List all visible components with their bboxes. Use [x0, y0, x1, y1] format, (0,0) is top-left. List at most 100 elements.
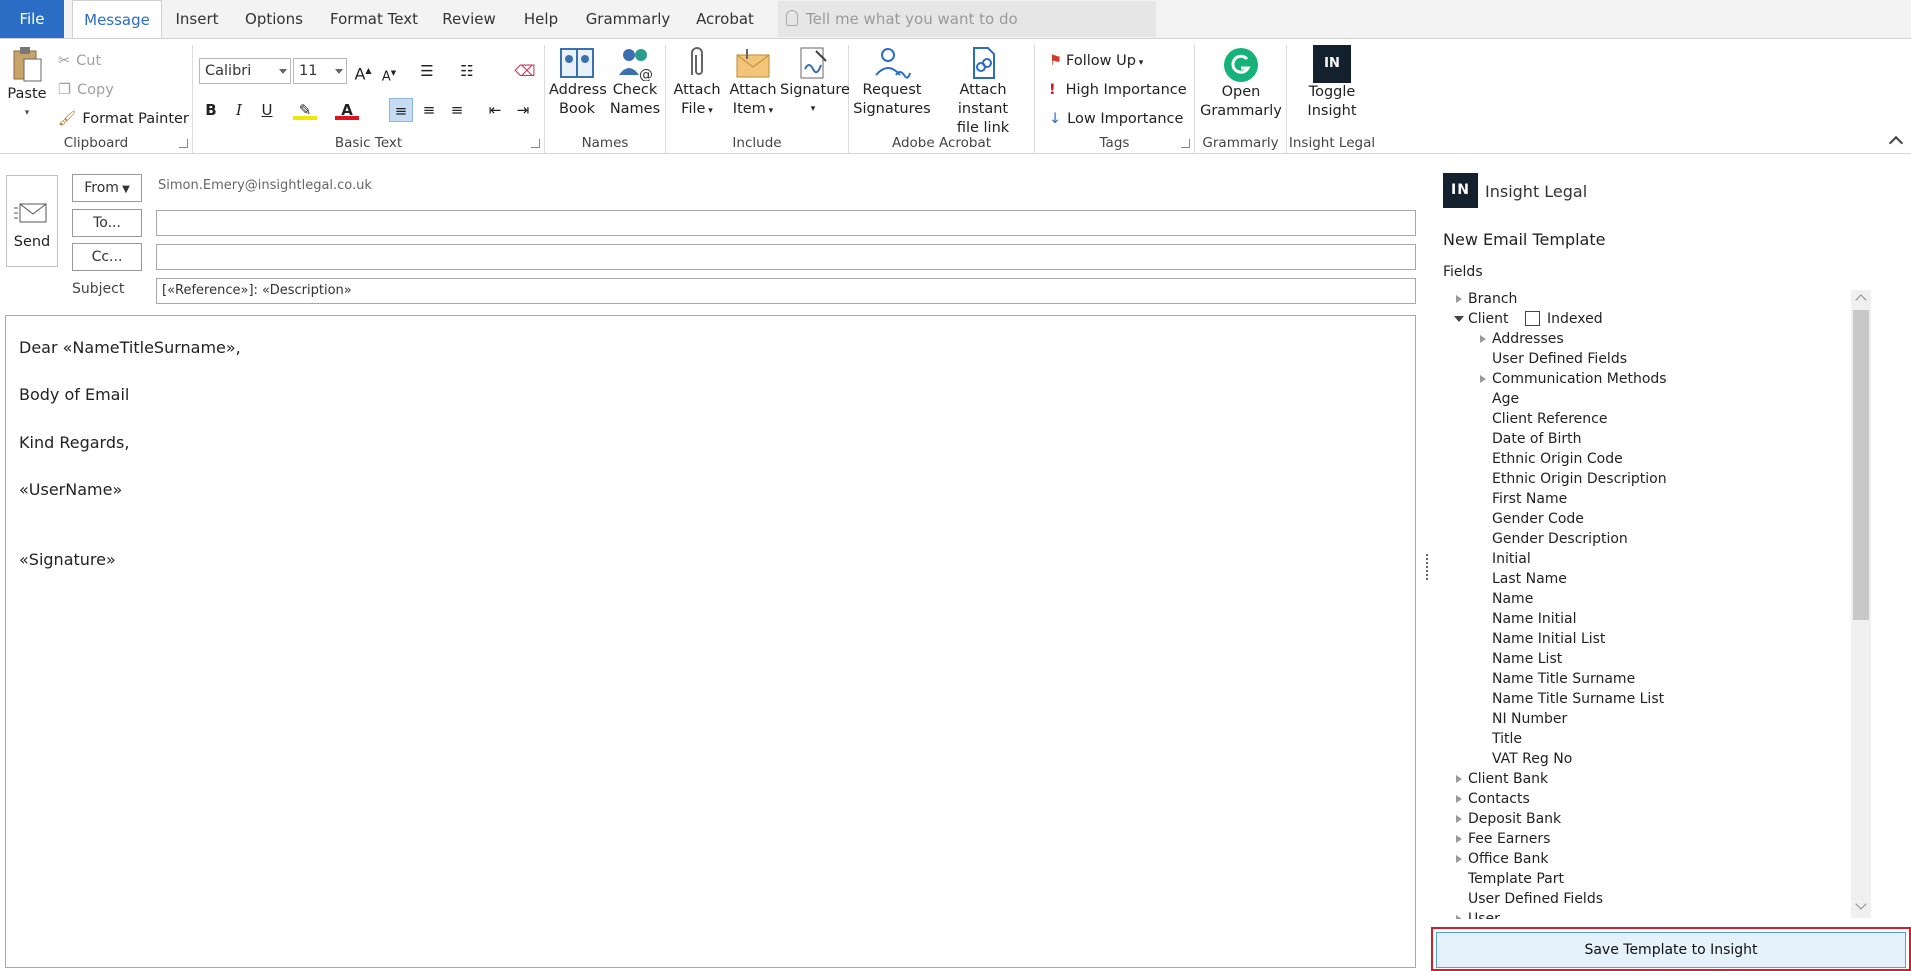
- numbering-icon[interactable]: ☷: [455, 59, 479, 83]
- scroll-down-icon[interactable]: [1855, 898, 1867, 910]
- cc-button[interactable]: Cc...: [72, 243, 142, 271]
- tree-node-client-child[interactable]: Name Initial List: [1480, 629, 1605, 649]
- align-right-icon[interactable]: ≡: [445, 98, 469, 122]
- copy-button[interactable]: ❐ Copy: [58, 78, 114, 102]
- tree-node-root[interactable]: User Defined Fields: [1456, 889, 1603, 909]
- tree-node-client-child[interactable]: Name Initial: [1480, 609, 1577, 629]
- tree-node-root[interactable]: User: [1456, 909, 1500, 919]
- tab-options[interactable]: Options: [236, 0, 312, 38]
- from-button[interactable]: From ▼: [72, 174, 142, 202]
- address-book-icon: [560, 48, 594, 78]
- tree-node-client-child[interactable]: NI Number: [1480, 709, 1567, 729]
- shrink-font-icon[interactable]: A▼: [377, 61, 401, 85]
- scroll-up-icon[interactable]: [1855, 294, 1867, 306]
- follow-up-button[interactable]: ⚑ Follow Up ▾: [1049, 49, 1143, 73]
- tab-grammarly[interactable]: Grammarly: [580, 0, 676, 38]
- tree-node-root[interactable]: Client Bank: [1456, 769, 1548, 789]
- font-name-combo[interactable]: Calibri: [199, 58, 291, 84]
- tree-node-client-child[interactable]: Communication Methods: [1480, 369, 1667, 389]
- to-button[interactable]: To...: [72, 209, 142, 237]
- italic-button[interactable]: I: [227, 98, 251, 122]
- tab-help[interactable]: Help: [512, 0, 570, 38]
- tree-node-client-child[interactable]: First Name: [1480, 489, 1567, 509]
- tell-me-search[interactable]: Tell me what you want to do: [778, 1, 1156, 37]
- bullets-icon[interactable]: ☰: [415, 59, 439, 83]
- tab-format-text[interactable]: Format Text: [322, 0, 426, 38]
- tree-node-client-child[interactable]: Name List: [1480, 649, 1562, 669]
- cc-field[interactable]: [156, 244, 1416, 270]
- clear-formatting-icon[interactable]: ⌫: [513, 59, 537, 83]
- address-book-button[interactable]: Address Book: [549, 45, 607, 119]
- copy-label: Copy: [77, 82, 114, 98]
- tab-message[interactable]: Message: [72, 0, 162, 39]
- tree-node-client-child[interactable]: Ethnic Origin Description: [1480, 469, 1667, 489]
- send-button[interactable]: Send: [6, 175, 58, 267]
- tags-launcher-icon[interactable]: [1181, 139, 1190, 148]
- grow-font-icon[interactable]: A▲: [351, 59, 375, 83]
- attach-item-button[interactable]: Attach Item ▾: [726, 45, 780, 121]
- tree-node-client-child[interactable]: Gender Description: [1480, 529, 1628, 549]
- tab-review[interactable]: Review: [436, 0, 502, 38]
- open-grammarly-button[interactable]: Open Grammarly: [1199, 45, 1283, 121]
- attach-file-button[interactable]: Attach File ▾: [670, 45, 724, 121]
- message-body[interactable]: Dear «NameTitleSurname», Body of Email K…: [5, 315, 1416, 968]
- save-template-button[interactable]: Save Template to Insight: [1436, 932, 1906, 968]
- tree-node-client-child[interactable]: Addresses: [1480, 329, 1564, 349]
- tree-node-client-child[interactable]: Date of Birth: [1480, 429, 1581, 449]
- request-signatures-button[interactable]: Request Signatures: [853, 45, 931, 119]
- tree-node-label: Age: [1492, 391, 1520, 407]
- tree-node-client[interactable]: Client Indexed: [1454, 309, 1603, 329]
- tree-node-client-child[interactable]: Name Title Surname: [1480, 669, 1635, 689]
- tab-acrobat[interactable]: Acrobat: [686, 0, 764, 38]
- tab-file[interactable]: File: [0, 0, 64, 38]
- tree-node-branch[interactable]: Branch: [1456, 289, 1517, 309]
- format-painter-button[interactable]: 🖌 Format Painter: [58, 107, 189, 131]
- increase-indent-icon[interactable]: ⇥: [511, 98, 535, 122]
- tree-node-root[interactable]: Contacts: [1456, 789, 1530, 809]
- tree-node-client-child[interactable]: Client Reference: [1480, 409, 1607, 429]
- tree-node-client-child[interactable]: Ethnic Origin Code: [1480, 449, 1623, 469]
- tree-node-client-child[interactable]: Name Title Surname List: [1480, 689, 1664, 709]
- paste-button[interactable]: Paste ▾: [6, 45, 48, 129]
- align-left-icon[interactable]: ≡: [389, 98, 413, 122]
- signature-button[interactable]: Signature ▾: [780, 45, 850, 119]
- tree-node-root[interactable]: Fee Earners: [1456, 829, 1550, 849]
- check-names-button[interactable]: @ Check Names: [607, 45, 663, 119]
- scrollbar-thumb[interactable]: [1853, 310, 1869, 620]
- highlight-icon[interactable]: ✎: [293, 98, 317, 120]
- tree-node-client-child[interactable]: Title: [1480, 729, 1522, 749]
- tree-node-client-child[interactable]: Age: [1480, 389, 1519, 409]
- font-size-combo[interactable]: 11: [293, 58, 347, 84]
- indexed-checkbox[interactable]: [1524, 311, 1540, 326]
- pane-splitter-handle[interactable]: [1426, 554, 1429, 580]
- high-importance-label: High Importance: [1065, 82, 1187, 98]
- subject-field[interactable]: [«Reference»]: «Description»: [156, 278, 1416, 304]
- scissors-icon: ✂: [58, 53, 71, 69]
- tree-node-root[interactable]: Office Bank: [1456, 849, 1548, 869]
- toggle-insight-button[interactable]: IN Toggle Insight: [1291, 45, 1373, 121]
- tab-insert[interactable]: Insert: [168, 0, 226, 38]
- attach-instant-link-button[interactable]: Attach instant file link: [933, 45, 1033, 138]
- high-importance-button[interactable]: ! High Importance: [1049, 78, 1187, 102]
- tree-node-client-child[interactable]: User Defined Fields: [1480, 349, 1627, 369]
- bold-button[interactable]: B: [199, 98, 223, 122]
- align-center-icon[interactable]: ≡: [417, 98, 441, 122]
- tree-node-client-child[interactable]: Last Name: [1480, 569, 1567, 589]
- tree-node-client-child[interactable]: Name: [1480, 589, 1533, 609]
- low-importance-button[interactable]: ↓ Low Importance: [1049, 107, 1183, 131]
- font-color-icon[interactable]: A: [335, 98, 359, 120]
- to-field[interactable]: [156, 210, 1416, 236]
- tree-node-client-child[interactable]: Gender Code: [1480, 509, 1584, 529]
- tree-scrollbar[interactable]: [1851, 290, 1871, 918]
- tree-node-root[interactable]: Deposit Bank: [1456, 809, 1561, 829]
- underline-button[interactable]: U: [255, 98, 279, 122]
- tree-node-root[interactable]: Template Part: [1456, 869, 1564, 889]
- tree-node-client-child[interactable]: VAT Reg No: [1480, 749, 1572, 769]
- clipboard-launcher-icon[interactable]: [179, 139, 188, 148]
- tree-node-client-child[interactable]: Initial: [1480, 549, 1531, 569]
- decrease-indent-icon[interactable]: ⇤: [483, 98, 507, 122]
- basic-text-launcher-icon[interactable]: [531, 139, 540, 148]
- cut-button[interactable]: ✂ Cut: [58, 49, 101, 73]
- tree-node-label: Name List: [1492, 651, 1563, 667]
- paste-label: Paste: [7, 86, 47, 102]
